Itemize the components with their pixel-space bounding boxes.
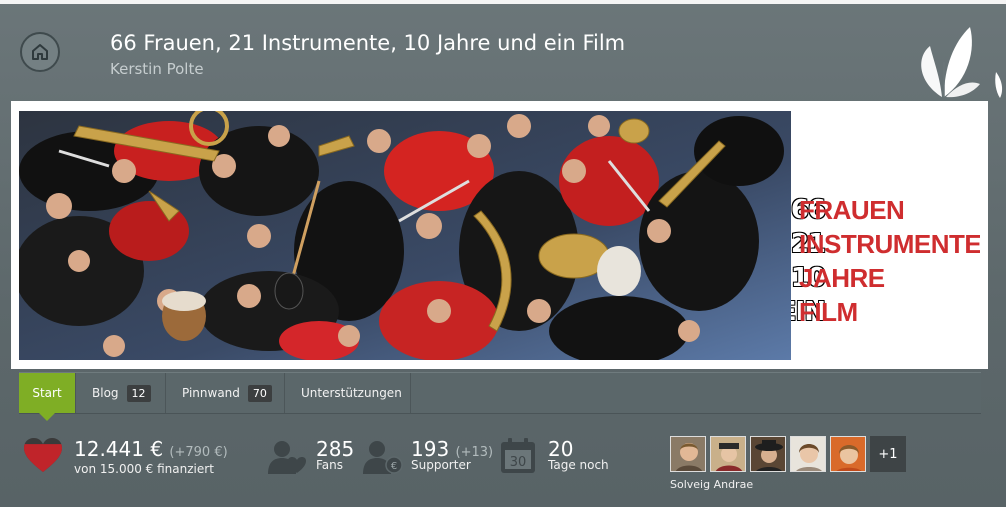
funding-heart-icon [24,438,62,472]
banner-word: FILM [799,297,858,327]
banner-word: JAHRE [799,263,885,293]
band-photo-image [19,111,791,360]
banner-photo [19,111,791,360]
supporter-avatar[interactable] [670,436,706,472]
project-title: 66 Frauen, 21 Instrumente, 10 Jahre und … [110,31,626,55]
calendar-day: 30 [510,455,527,470]
tab-blog[interactable]: Blog 12 [76,373,166,413]
supporter-avatar[interactable] [790,436,826,472]
tab-label: Pinnwand [182,386,240,400]
funding-delta: (+790 €) [169,445,228,460]
supporters-label: Supporter [411,458,471,472]
fans-icon [268,441,306,474]
tab-start[interactable]: Start [19,373,76,421]
tab-label: Unterstützungen [301,386,402,400]
home-icon [32,44,48,60]
svg-text:€: € [391,461,397,472]
blog-count-badge: 12 [126,384,151,402]
funding-amount-value: 12.441 € [74,437,164,461]
days-label: Tage noch [548,458,609,472]
banner-text-panel: 66 21 10 EIN FRAUEN INSTRUMENTE JAHRE FI… [791,111,980,360]
supporters-icon: € [363,441,403,474]
funding-goal: von 15.000 € finanziert [74,462,214,476]
banner-word: FRAUEN [799,195,905,225]
project-author[interactable]: Kerstin Polte [110,60,204,78]
tab-label: Blog [92,386,119,400]
top-highlight-line [0,0,1006,4]
supporter-avatar[interactable] [710,436,746,472]
project-tab-bar: Start Blog 12 Pinnwand 70 Unterstützunge… [19,372,981,421]
calendar-icon: 30 [501,438,535,473]
first-supporter-name[interactable]: Solveig Andrae [670,478,753,491]
tab-label: Start [32,386,62,400]
banner-word: INSTRUMENTE [799,229,980,259]
home-button[interactable] [20,32,60,72]
leaf-logo-icon [921,27,1003,98]
funding-amount: 12.441 € (+790 €) [74,437,228,461]
supporter-avatar[interactable] [830,436,866,472]
tab-pinnwand[interactable]: Pinnwand 70 [166,373,285,413]
tab-unterstuetzungen[interactable]: Unterstützungen [285,373,411,413]
fans-label: Fans [316,458,344,472]
more-supporters-button[interactable]: +1 [870,436,906,472]
pinnwand-count-badge: 70 [247,384,272,402]
banner-words: FRAUEN INSTRUMENTE JAHRE FILM [799,193,980,329]
supporter-avatar[interactable] [750,436,786,472]
